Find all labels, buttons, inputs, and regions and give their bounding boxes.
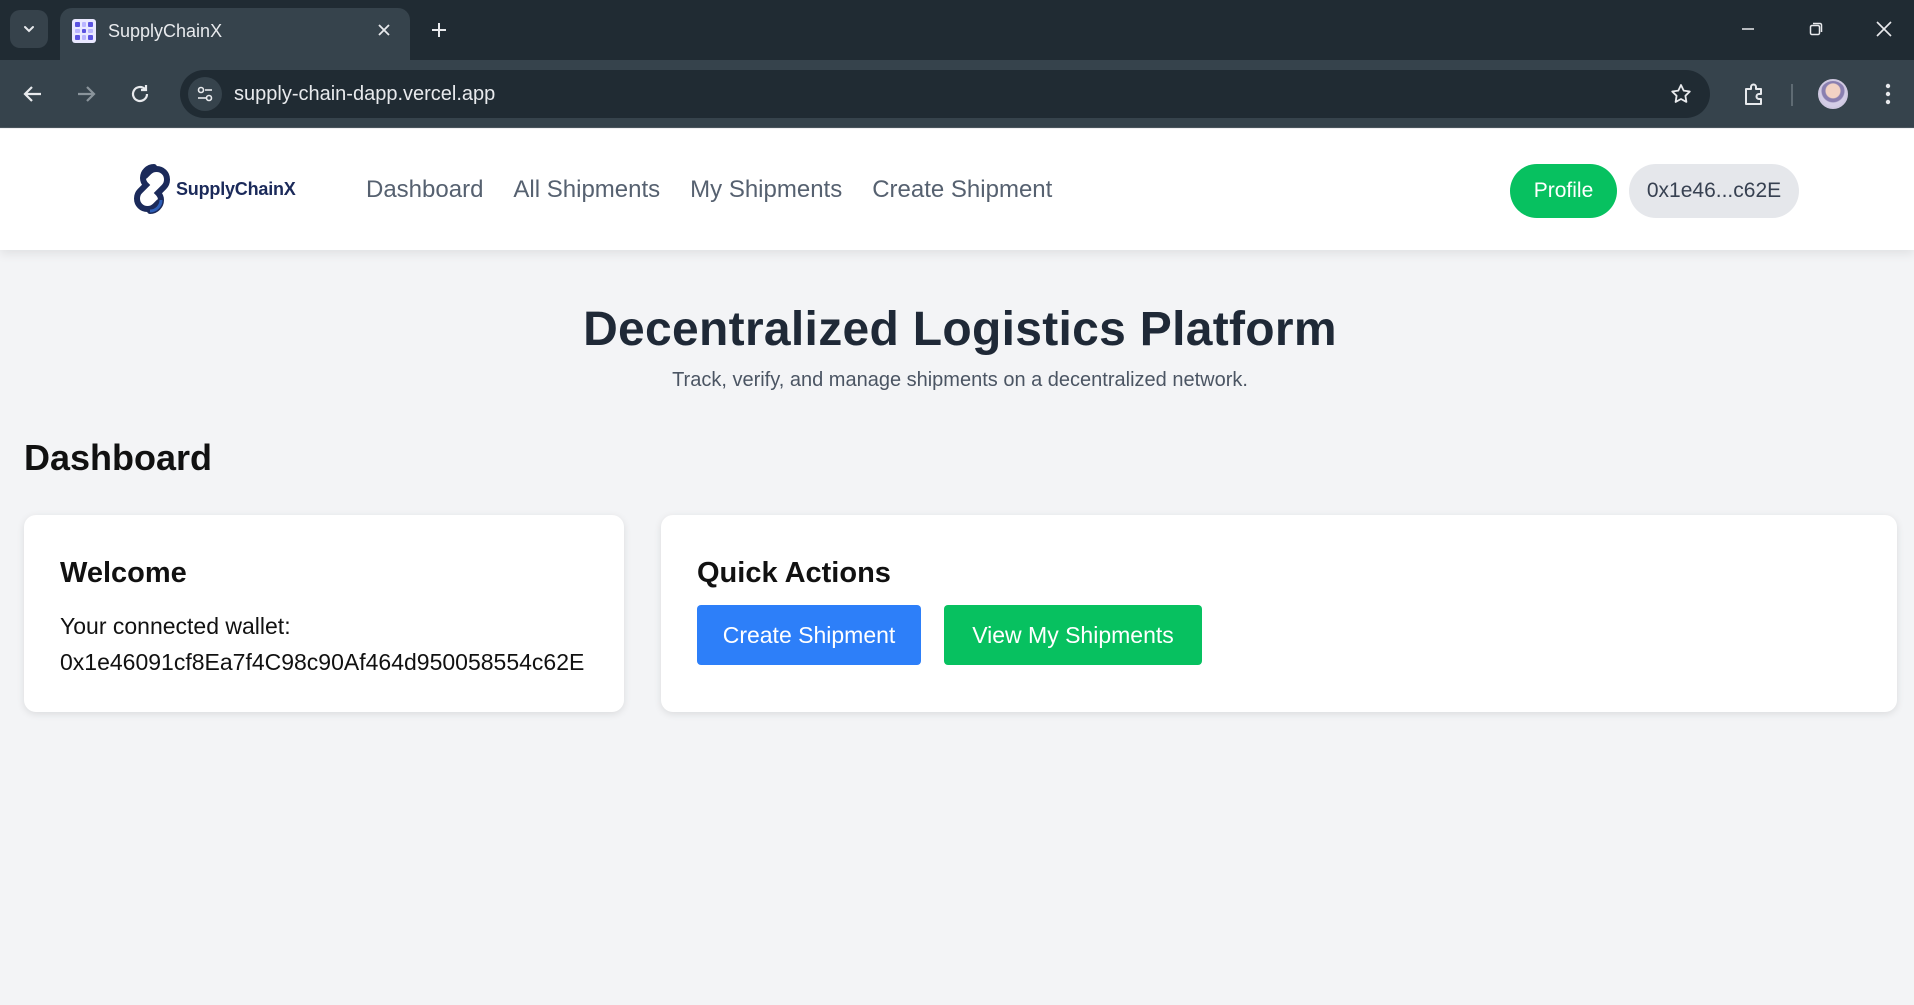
back-button[interactable]	[14, 75, 52, 113]
browser-menu-button[interactable]	[1870, 76, 1906, 112]
dashboard-heading: Dashboard	[24, 437, 213, 478]
puzzle-icon	[1745, 83, 1762, 105]
chevron-down-icon	[24, 26, 34, 33]
wallet-address-button[interactable]: 0x1e46...c62E	[1629, 164, 1799, 218]
minimize-button[interactable]	[1728, 10, 1768, 48]
create-shipment-button[interactable]: Create Shipment	[697, 605, 921, 665]
bookmark-button[interactable]	[1668, 81, 1694, 107]
close-icon	[378, 24, 390, 36]
nav-create-shipment[interactable]: Create Shipment	[872, 176, 1052, 204]
restore-button[interactable]	[1796, 10, 1836, 48]
logo[interactable]: SupplyChainX	[130, 161, 296, 217]
chain-link-icon	[134, 164, 170, 214]
more-vertical-icon	[1885, 83, 1891, 105]
extensions-button[interactable]	[1736, 76, 1772, 112]
url-text[interactable]: supply-chain-dapp.vercel.app	[234, 83, 495, 106]
star-icon	[1671, 84, 1691, 103]
nav-my-shipments[interactable]: My Shipments	[690, 176, 842, 204]
wallet-address: 0x1e46091cf8Ea7f4C98c90Af464d950058554c6…	[60, 649, 585, 675]
reload-button[interactable]	[121, 75, 159, 113]
restore-icon	[1809, 22, 1823, 36]
arrow-left-icon	[23, 86, 41, 102]
new-tab-button[interactable]	[424, 12, 454, 48]
page-subtitle: Track, verify, and manage shipments on a…	[672, 369, 1248, 391]
main-nav: Dashboard All Shipments My Shipments Cre…	[366, 176, 1082, 204]
arrow-right-icon	[78, 86, 96, 102]
nav-all-shipments[interactable]: All Shipments	[513, 176, 660, 204]
plus-icon	[432, 23, 446, 37]
favicon-icon	[72, 19, 96, 43]
browser-toolbar: supply-chain-dapp.vercel.app	[0, 60, 1914, 128]
profile-avatar[interactable]	[1818, 79, 1848, 109]
browser-tab[interactable]: SupplyChainX	[60, 8, 410, 60]
page-title: Decentralized Logistics Platform	[583, 303, 1337, 356]
welcome-title: Welcome	[60, 557, 187, 589]
address-bar[interactable]: supply-chain-dapp.vercel.app	[180, 70, 1710, 118]
close-icon	[1876, 21, 1892, 37]
tab-search-button[interactable]	[10, 10, 48, 48]
quick-actions-card: Quick Actions Create Shipment View My Sh…	[661, 515, 1897, 712]
tab-title: SupplyChainX	[108, 21, 223, 41]
logo-text: SupplyChainX	[176, 178, 296, 199]
reload-icon	[131, 85, 149, 103]
profile-button[interactable]: Profile	[1510, 164, 1617, 218]
view-my-shipments-button[interactable]: View My Shipments	[944, 605, 1202, 665]
wallet-label: Your connected wallet:	[60, 613, 291, 639]
tune-icon	[197, 86, 213, 102]
toolbar-divider	[1791, 84, 1793, 106]
browser-tabstrip: SupplyChainX	[0, 0, 1914, 60]
welcome-card: Welcome Your connected wallet: 0x1e46091…	[24, 515, 624, 712]
close-tab-button[interactable]	[372, 18, 396, 42]
forward-button[interactable]	[67, 75, 105, 113]
app-header: SupplyChainX Dashboard All Shipments My …	[0, 129, 1914, 250]
minimize-icon	[1742, 28, 1754, 30]
quick-actions-title: Quick Actions	[697, 557, 891, 589]
nav-dashboard[interactable]: Dashboard	[366, 176, 483, 204]
close-window-button[interactable]	[1864, 10, 1904, 48]
site-info-button[interactable]	[188, 77, 222, 111]
